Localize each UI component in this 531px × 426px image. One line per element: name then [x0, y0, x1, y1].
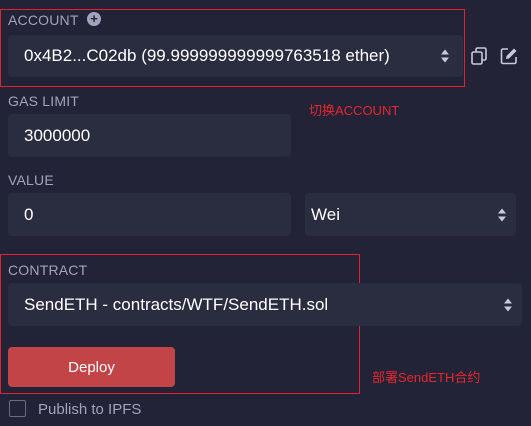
plus-circle-icon[interactable]: + — [87, 12, 101, 26]
publish-ipfs-checkbox[interactable] — [9, 400, 26, 417]
publish-ipfs-label: Publish to IPFS — [38, 401, 142, 418]
deploy-label: Deploy — [68, 358, 115, 376]
contract-select[interactable]: SendETH - contracts/WTF/SendETH.sol — [8, 283, 522, 326]
edit-icon[interactable] — [500, 47, 518, 65]
copy-icon[interactable] — [471, 47, 487, 65]
value-label: VALUE — [8, 172, 54, 188]
gas-limit-label: GAS LIMIT — [8, 93, 80, 109]
unit-select[interactable]: Wei — [305, 193, 516, 236]
gas-limit-value: 3000000 — [24, 125, 91, 145]
deploy-button[interactable]: Deploy — [8, 347, 175, 387]
value-amount: 0 — [24, 204, 34, 224]
select-arrows-icon — [498, 208, 506, 221]
account-label: ACCOUNT — [8, 12, 79, 28]
switch-account-annotation: 切换ACCOUNT — [309, 103, 400, 118]
value-input[interactable]: 0 — [8, 193, 291, 236]
deploy-annotation: 部署SendETH合约 — [372, 370, 481, 385]
account-select[interactable]: 0x4B2...C02db (99.999999999999763518 eth… — [8, 35, 463, 77]
select-arrows-icon — [441, 49, 449, 63]
select-arrows-icon — [504, 298, 512, 311]
contract-label: CONTRACT — [8, 262, 88, 278]
gas-limit-input[interactable]: 3000000 — [8, 114, 291, 157]
unit-value: Wei — [311, 204, 340, 224]
contract-value: SendETH - contracts/WTF/SendETH.sol — [24, 294, 329, 314]
account-value: 0x4B2...C02db (99.999999999999763518 eth… — [24, 46, 390, 65]
